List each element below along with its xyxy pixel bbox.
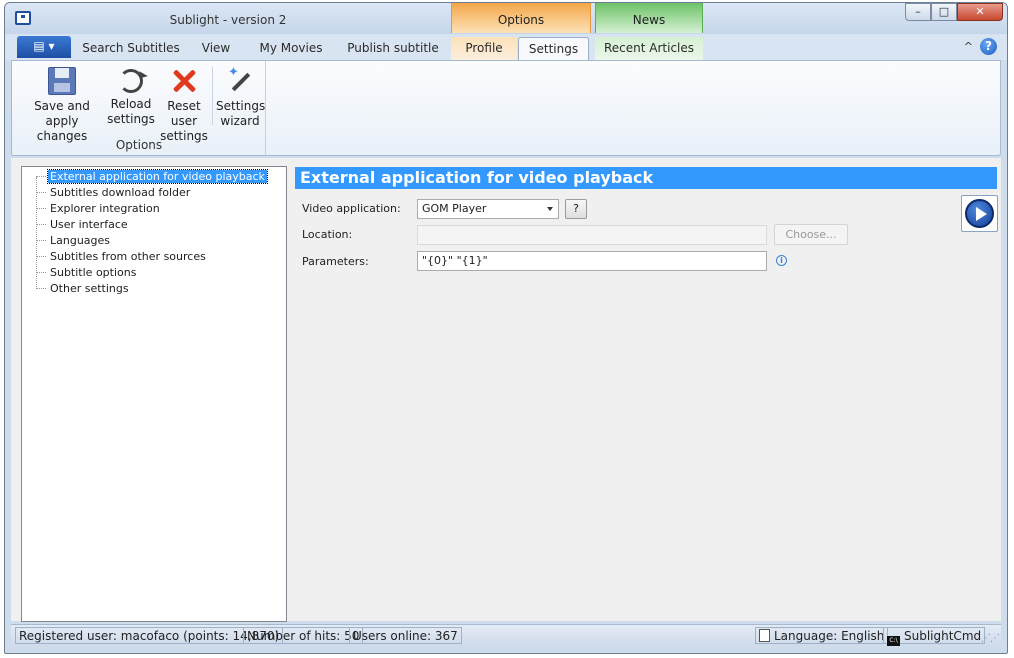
reset-label-1: Reset user [167, 99, 201, 128]
minimize-button[interactable]: – [905, 3, 931, 21]
ribbon-separator [212, 67, 213, 125]
status-cmd-text: SublightCmd [904, 629, 982, 643]
play-icon [965, 199, 994, 228]
tab-search-subtitles[interactable]: Search Subtitles [79, 37, 183, 60]
video-app-help-button[interactable]: ? [565, 199, 587, 219]
tree-item-languages[interactable]: Languages [32, 233, 112, 249]
wizard-label-1: Settings [216, 99, 266, 113]
command-prompt-icon: C:\ [887, 636, 900, 646]
video-application-select[interactable]: GOM Player [417, 199, 559, 219]
status-cmd[interactable]: C:\ SublightCmd [883, 627, 986, 646]
status-hits: Number of hits: 50 [243, 627, 364, 644]
status-users-online: Users online: 367 [349, 627, 462, 644]
tree-item-external-app[interactable]: External application for video playback [32, 169, 268, 185]
reload-label-2: settings [107, 112, 155, 126]
panel-title: External application for video playback [295, 167, 997, 189]
video-application-label: Video application: [302, 202, 401, 215]
reset-user-settings-button[interactable]: Reset user settings [156, 67, 212, 144]
status-bar: Registered user: macofaco (points: 14,87… [11, 624, 1001, 646]
app-window: Sublight - version 2 Options News – □ ✕ … [4, 2, 1008, 654]
dropdown-arrow-icon [547, 207, 553, 214]
tree-item-explorer-integration[interactable]: Explorer integration [32, 201, 162, 217]
video-application-value: GOM Player [422, 202, 487, 215]
wizard-label-2: wizard [220, 114, 260, 128]
location-label: Location: [302, 228, 353, 241]
app-menu-button[interactable]: ▤ ▾ [17, 36, 71, 58]
location-input[interactable] [417, 225, 767, 245]
window-controls: – □ ✕ [905, 3, 1003, 21]
tree-item-other-settings[interactable]: Other settings [32, 281, 131, 297]
red-x-icon [170, 67, 198, 95]
main-area: External application for video playback … [11, 158, 1001, 622]
tree-item-user-interface[interactable]: User interface [32, 217, 130, 233]
tab-settings[interactable]: Settings [518, 37, 589, 60]
reload-icon [119, 69, 143, 93]
reload-label-1: Reload [110, 97, 152, 111]
collapse-ribbon-icon[interactable]: ^ [964, 40, 973, 53]
window-title: Sublight - version 2 [169, 13, 287, 27]
magic-wand-icon [226, 65, 254, 95]
reload-settings-button[interactable]: Reload settings [106, 67, 156, 127]
resize-grip-icon[interactable]: ⋰⋰ [981, 633, 1000, 644]
tab-view[interactable]: View [191, 37, 241, 60]
choose-button[interactable]: Choose... [774, 224, 848, 245]
maximize-button[interactable]: □ [931, 3, 957, 21]
tree-item-download-folder[interactable]: Subtitles download folder [32, 185, 192, 201]
tab-my-movies[interactable]: My Movies [251, 37, 331, 60]
ribbon-panel: Save and apply changes Reload settings R… [11, 60, 1001, 156]
settings-tree[interactable]: External application for video playback … [21, 166, 287, 622]
ribbon-group-options: Save and apply changes Reload settings R… [12, 61, 266, 155]
language-document-icon [759, 629, 770, 642]
title-bar: Sublight - version 2 Options News – □ ✕ [5, 3, 1007, 34]
ribbon-group-label: Options [115, 138, 163, 152]
status-language-text: Language: English [774, 629, 885, 643]
floppy-disk-icon [48, 67, 76, 95]
info-icon[interactable]: i [776, 255, 787, 266]
tab-profile[interactable]: Profile [451, 37, 517, 60]
save-apply-label-1: Save and [34, 99, 90, 113]
close-button[interactable]: ✕ [957, 3, 1003, 21]
parameters-input[interactable]: "{0}" "{1}" [417, 251, 767, 271]
help-icon[interactable]: ? [980, 38, 997, 55]
tab-publish-subtitle[interactable]: Publish subtitle [339, 37, 447, 60]
status-language[interactable]: Language: English [755, 627, 889, 644]
tab-recent-articles[interactable]: Recent Articles [595, 37, 703, 60]
parameters-label: Parameters: [302, 255, 369, 268]
play-button[interactable] [961, 195, 998, 232]
save-apply-button[interactable]: Save and apply changes [20, 67, 104, 144]
tree-item-other-sources[interactable]: Subtitles from other sources [32, 249, 208, 265]
tree-item-subtitle-options[interactable]: Subtitle options [32, 265, 138, 281]
ribbon-tab-row: ▤ ▾ Search Subtitles View My Movies Publ… [5, 34, 1007, 60]
context-tab-news: News [595, 3, 703, 33]
settings-wizard-button[interactable]: Settings wizard [216, 65, 266, 129]
context-tab-options: Options [451, 3, 591, 33]
